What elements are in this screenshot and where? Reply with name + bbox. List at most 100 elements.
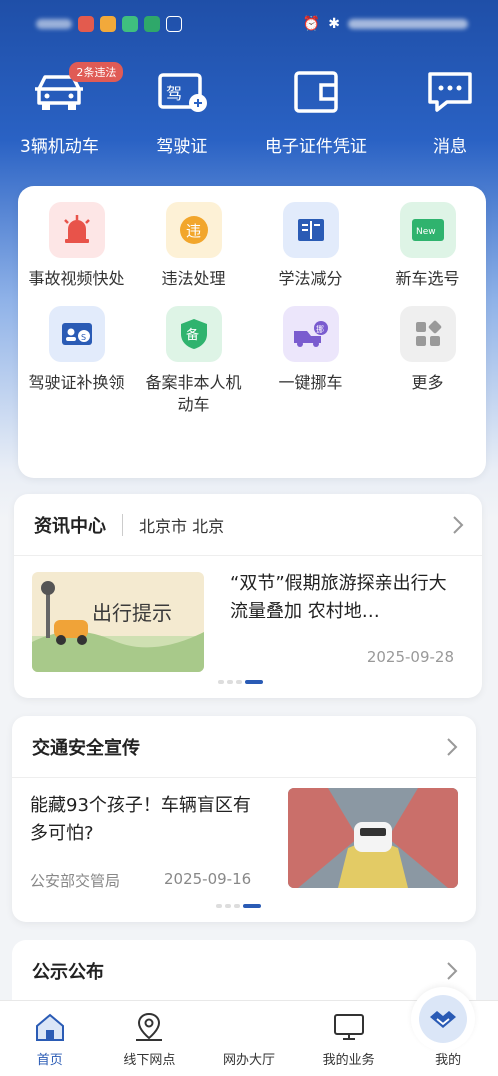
carousel-dot [234,904,240,908]
service-label: 新车选号 [395,269,460,288]
app-notification-icon [100,16,116,32]
service-label: 驾驶证补换领 [28,373,125,392]
tab-label: 线下网点 [123,1053,176,1068]
license-renew-icon: S [48,306,105,362]
news-headline: “双节”假期旅游探亲出行大流量叠加 农村地… [230,573,447,622]
service-violation[interactable]: 违 违法处理 [135,202,252,290]
license-icon: 驾 [152,64,212,120]
tab-label: 我的 [435,1053,462,1068]
top-quick-nav: 2条违法 3辆机动车 驾 驾驶证 电子证件凭证 消息 [20,62,480,174]
services-grid: 事故视频快处 违 违法处理 学法减分 New 新车选号 S 驾驶证补换领 备 备… [18,202,486,416]
book-icon [282,202,339,258]
svg-text:备: 备 [186,327,199,343]
tab-home[interactable]: 首页 [0,1001,100,1076]
alarm-light-icon [48,202,105,258]
carousel-dot [227,680,233,684]
violation-icon: 违 [165,202,222,258]
service-record-vehicle[interactable]: 备 备案非本人机动车 [135,306,252,416]
traffic-safety-card: 交通安全宣传 能藏93个孩子！车辆盲区有多可怕? 公安部交管局 2025-09-… [12,716,476,922]
service-label: 学法减分 [278,269,343,288]
record-shield-icon: 备 [165,306,222,362]
carousel-dot [236,680,242,684]
bottom-tab-bar: 首页 线下网点 网办大厅 我的业务 我的 [0,987,498,1076]
news-item[interactable]: 出行提示 “双节”假期旅游探亲出行大流量叠加 农村地… 2025-09-28 [14,556,482,696]
news-center-card: 资讯中心 北京市 北京 出行提示 “双节”假期旅游探亲出行大流量叠加 农村地… … [14,494,482,698]
service-study-points[interactable]: 学法减分 [252,202,369,290]
header-divider [122,513,123,536]
handshake-icon [419,995,468,1043]
notice-header[interactable]: 公示公布 [12,940,476,1002]
carousel-indicator [216,904,261,908]
safety-date: 2025-09-16 [164,870,252,888]
bluetooth-icon: ✱ [328,16,340,32]
status-right: ⏰ ✱ [303,16,468,32]
message-label: 消息 [432,137,467,157]
online-hall-bubble [411,987,476,1051]
safety-title: 交通安全宣传 [32,737,140,759]
svg-text:S: S [81,333,86,342]
service-label: 一键挪车 [278,373,343,392]
e-certificate-label: 电子证件凭证 [264,137,367,157]
service-label: 备案非本人机动车 [145,373,242,414]
alarm-icon: ⏰ [302,16,321,32]
car-icon: 2条违法 [29,62,124,120]
tab-label: 我的业务 [322,1053,375,1068]
carousel-indicator [218,680,263,684]
new-plate-icon: New [399,202,456,258]
chevron-right-icon[interactable] [446,961,458,981]
safety-header[interactable]: 交通安全宣传 [12,716,476,778]
message-entry[interactable]: 消息 [420,64,480,174]
monitor-icon [331,1009,367,1045]
tab-label: 网办大厅 [222,1053,275,1068]
tab-label: 首页 [36,1053,63,1068]
news-thumbnail: 出行提示 [32,572,204,672]
service-move-car[interactable]: 挪 一键挪车 [252,306,369,416]
carousel-dot [216,904,222,908]
news-date: 2025-09-28 [366,648,454,666]
tab-online-hall[interactable]: 网办大厅 [199,987,476,1076]
svg-text:违: 违 [186,222,201,240]
news-header[interactable]: 资讯中心 北京市 北京 [14,494,482,556]
chevron-right-icon[interactable] [446,737,458,757]
carrier-blur [36,19,72,29]
carousel-dot-active [245,680,263,684]
tab-my-business[interactable]: 我的业务 [299,1001,399,1076]
services-card: 事故视频快处 违 违法处理 学法减分 New 新车选号 S 驾驶证补换领 备 备… [18,186,486,478]
svg-text:驾: 驾 [166,84,182,103]
safety-source: 公安部交管局 [30,872,121,890]
news-title: 资讯中心 [34,515,106,537]
carousel-dot [225,904,231,908]
service-more[interactable]: 更多 [369,306,486,416]
tab-offline-outlets[interactable]: 线下网点 [100,1001,200,1076]
message-icon [420,64,480,120]
tab-spacer [231,1009,267,1045]
license-entry[interactable]: 驾 驾驶证 [152,64,212,174]
notice-title: 公示公布 [32,962,104,983]
e-certificate-entry[interactable]: 电子证件凭证 [265,64,367,174]
move-car-icon: 挪 [282,306,339,362]
service-label: 违法处理 [161,269,226,288]
signal-battery-blur [348,19,468,29]
vehicles-entry[interactable]: 2条违法 3辆机动车 [20,62,124,174]
service-new-plate[interactable]: New 新车选号 [369,202,486,290]
more-grid-icon [399,306,456,362]
chevron-right-icon[interactable] [452,515,464,535]
carousel-dot [218,680,224,684]
safety-item[interactable]: 能藏93个孩子！车辆盲区有多可怕? 公安部交管局 2025-09-16 [12,778,476,922]
svg-text:挪: 挪 [316,324,324,334]
violation-badge: 2条违法 [69,62,124,82]
service-license-renew[interactable]: S 驾驶证补换领 [18,306,135,416]
app-notification-icon [144,16,160,32]
carousel-dot-active [243,904,261,908]
thumbnail-caption: 出行提示 [92,601,172,625]
safety-thumbnail [288,788,458,888]
service-accident-video[interactable]: 事故视频快处 [18,202,135,290]
wallet-icon [286,64,346,120]
safety-headline: 能藏93个孩子！车辆盲区有多可怕? [30,795,251,844]
vehicles-label: 3辆机动车 [20,137,99,157]
home-icon [32,1009,68,1045]
app-notification-icon [78,16,94,32]
service-label: 更多 [411,373,444,392]
city-selector[interactable]: 北京市 北京 [139,513,224,537]
nfc-icon [166,16,182,32]
